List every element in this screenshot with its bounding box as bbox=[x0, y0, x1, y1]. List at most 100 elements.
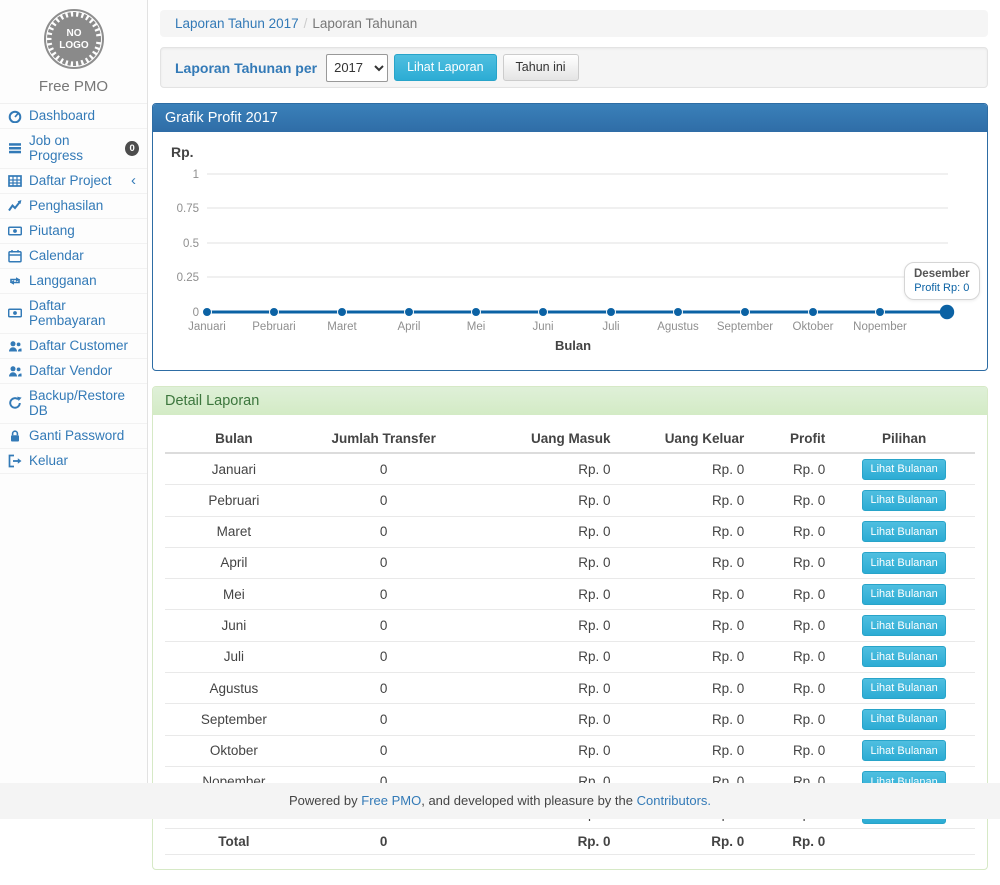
lihat-bulanan-button[interactable]: Lihat Bulanan bbox=[862, 646, 945, 667]
y-tick: 0.25 bbox=[177, 272, 199, 284]
sign-out-icon bbox=[8, 454, 23, 468]
sidebar-item-keluar[interactable]: Keluar bbox=[0, 449, 147, 474]
column-header-transfer: Jumlah Transfer bbox=[303, 425, 465, 453]
tooltip-value: Profit Rp: 0 bbox=[914, 282, 970, 294]
table-icon bbox=[8, 174, 23, 188]
breadcrumb-separator: / bbox=[304, 16, 308, 31]
x-tick: April bbox=[397, 321, 420, 333]
breadcrumb-link-laporan-tahun[interactable]: Laporan Tahun 2017 bbox=[175, 16, 299, 31]
table-row: April0Rp. 0Rp. 0Rp. 0Lihat Bulanan bbox=[165, 547, 975, 578]
sidebar-item-dashboard[interactable]: Dashboard bbox=[0, 104, 147, 129]
sidebar-item-piutang[interactable]: Piutang bbox=[0, 219, 147, 244]
column-header-profit: Profit bbox=[752, 425, 833, 453]
lihat-bulanan-button[interactable]: Lihat Bulanan bbox=[862, 615, 945, 636]
lihat-bulanan-button[interactable]: Lihat Bulanan bbox=[862, 678, 945, 699]
tasks-icon bbox=[8, 141, 23, 155]
data-point bbox=[876, 308, 885, 317]
sidebar-item-label: Daftar Vendor bbox=[29, 363, 112, 378]
data-point-highlighted bbox=[940, 305, 954, 319]
lihat-bulanan-button[interactable]: Lihat Bulanan bbox=[862, 709, 945, 730]
lihat-bulanan-button[interactable]: Lihat Bulanan bbox=[862, 521, 945, 542]
report-filter-bar: Laporan Tahunan per 2017 Lihat Laporan T… bbox=[160, 47, 988, 88]
sidebar-item-job-on-progress[interactable]: Job on Progress 0 bbox=[0, 129, 147, 169]
chart-panel-title: Grafik Profit 2017 bbox=[153, 104, 987, 132]
table-row: Maret0Rp. 0Rp. 0Rp. 0Lihat Bulanan bbox=[165, 516, 975, 547]
sidebar-item-daftar-vendor[interactable]: Daftar Vendor bbox=[0, 359, 147, 384]
breadcrumb-current: Laporan Tahunan bbox=[312, 16, 417, 31]
data-point bbox=[203, 308, 212, 317]
sidebar-item-daftar-project[interactable]: Daftar Project ‹ bbox=[0, 169, 147, 194]
calendar-icon bbox=[8, 249, 23, 263]
table-row: Januari0Rp. 0Rp. 0Rp. 0Lihat Bulanan bbox=[165, 453, 975, 485]
chart-x-axis-title: Bulan bbox=[555, 338, 591, 353]
y-tick: 0.75 bbox=[177, 203, 199, 215]
sidebar-item-penghasilan[interactable]: Penghasilan bbox=[0, 194, 147, 219]
lock-icon bbox=[8, 429, 23, 443]
users-icon bbox=[8, 339, 23, 353]
brand-name: Free PMO bbox=[0, 78, 147, 95]
y-tick: 0.5 bbox=[183, 238, 199, 250]
y-tick: 0 bbox=[193, 307, 199, 319]
footer-text: , and developed with pleasure by the bbox=[421, 793, 633, 808]
lihat-bulanan-button[interactable]: Lihat Bulanan bbox=[862, 584, 945, 605]
sidebar-item-daftar-pembayaran[interactable]: Daftar Pembayaran bbox=[0, 294, 147, 334]
lihat-bulanan-button[interactable]: Lihat Bulanan bbox=[862, 552, 945, 573]
footer-text: Powered by bbox=[289, 793, 358, 808]
table-row: Oktober0Rp. 0Rp. 0Rp. 0Lihat Bulanan bbox=[165, 735, 975, 766]
data-point bbox=[472, 308, 481, 317]
lihat-bulanan-button[interactable]: Lihat Bulanan bbox=[862, 740, 945, 761]
table-row: Juli0Rp. 0Rp. 0Rp. 0Lihat Bulanan bbox=[165, 641, 975, 672]
sidebar-item-label: Piutang bbox=[29, 223, 75, 238]
data-point bbox=[809, 308, 818, 317]
tahun-ini-button[interactable]: Tahun ini bbox=[503, 54, 579, 82]
lihat-bulanan-button[interactable]: Lihat Bulanan bbox=[862, 459, 945, 480]
sidebar-item-label: Backup/Restore DB bbox=[29, 388, 139, 418]
sidebar-item-langganan[interactable]: Langganan bbox=[0, 269, 147, 294]
table-row: Juni0Rp. 0Rp. 0Rp. 0Lihat Bulanan bbox=[165, 610, 975, 641]
lihat-bulanan-button[interactable]: Lihat Bulanan bbox=[862, 490, 945, 511]
x-tick: Pebruari bbox=[252, 321, 295, 333]
page-footer: Powered by Free PMO, and developed with … bbox=[0, 783, 1000, 819]
sidebar-item-label: Ganti Password bbox=[29, 428, 124, 443]
x-tick: September bbox=[717, 321, 773, 333]
lihat-laporan-button[interactable]: Lihat Laporan bbox=[394, 54, 496, 82]
main-content: Laporan Tahun 2017 / Laporan Tahunan Lapor… bbox=[149, 0, 1000, 885]
x-tick: Mei bbox=[467, 321, 486, 333]
sidebar-item-backup-restore-db[interactable]: Backup/Restore DB bbox=[0, 384, 147, 424]
table-header-row: Bulan Jumlah Transfer Uang Masuk Uang Ke… bbox=[165, 425, 975, 453]
retweet-icon bbox=[8, 274, 23, 288]
logo-area: NO LOGO Free PMO bbox=[0, 0, 147, 104]
sidebar-item-calendar[interactable]: Calendar bbox=[0, 244, 147, 269]
x-tick: Januari bbox=[188, 321, 226, 333]
table-row: Agustus0Rp. 0Rp. 0Rp. 0Lihat Bulanan bbox=[165, 672, 975, 703]
footer-link-contributors[interactable]: Contributors. bbox=[637, 793, 711, 808]
column-header-bulan: Bulan bbox=[165, 425, 303, 453]
x-tick: Juli bbox=[602, 321, 619, 333]
sidebar-item-ganti-password[interactable]: Ganti Password bbox=[0, 424, 147, 449]
data-point bbox=[741, 308, 750, 317]
sidebar-item-label: Calendar bbox=[29, 248, 84, 263]
dashboard-icon bbox=[8, 109, 23, 123]
data-point bbox=[607, 308, 616, 317]
data-point bbox=[674, 308, 683, 317]
x-tick: Maret bbox=[327, 321, 357, 333]
profit-line-chart: Rp. 1 0.75 0.5 0.25 0 bbox=[153, 132, 987, 370]
table-total-row: Total0Rp. 0Rp. 0Rp. 0 bbox=[165, 829, 975, 854]
data-point bbox=[338, 308, 347, 317]
x-tick: Agustus bbox=[657, 321, 699, 333]
chart-tooltip: Desember Profit Rp: 0 bbox=[904, 262, 980, 300]
x-tick: Oktober bbox=[793, 321, 834, 333]
sidebar-item-label: Dashboard bbox=[29, 108, 95, 123]
footer-link-free-pmo[interactable]: Free PMO bbox=[361, 793, 421, 808]
detail-panel-title: Detail Laporan bbox=[153, 387, 987, 415]
profit-chart: Rp. 1 0.75 0.5 0.25 0 bbox=[153, 132, 987, 370]
sidebar-item-daftar-customer[interactable]: Daftar Customer bbox=[0, 334, 147, 359]
table-row: Pebruari0Rp. 0Rp. 0Rp. 0Lihat Bulanan bbox=[165, 485, 975, 516]
column-header-pilihan: Pilihan bbox=[833, 425, 975, 453]
x-tick: Juni bbox=[532, 321, 553, 333]
y-tick: 1 bbox=[193, 169, 199, 181]
sidebar-item-label: Daftar Pembayaran bbox=[29, 298, 139, 328]
table-row: Mei0Rp. 0Rp. 0Rp. 0Lihat Bulanan bbox=[165, 579, 975, 610]
no-logo-badge-icon: NO LOGO bbox=[42, 7, 106, 71]
year-select[interactable]: 2017 bbox=[326, 54, 388, 82]
